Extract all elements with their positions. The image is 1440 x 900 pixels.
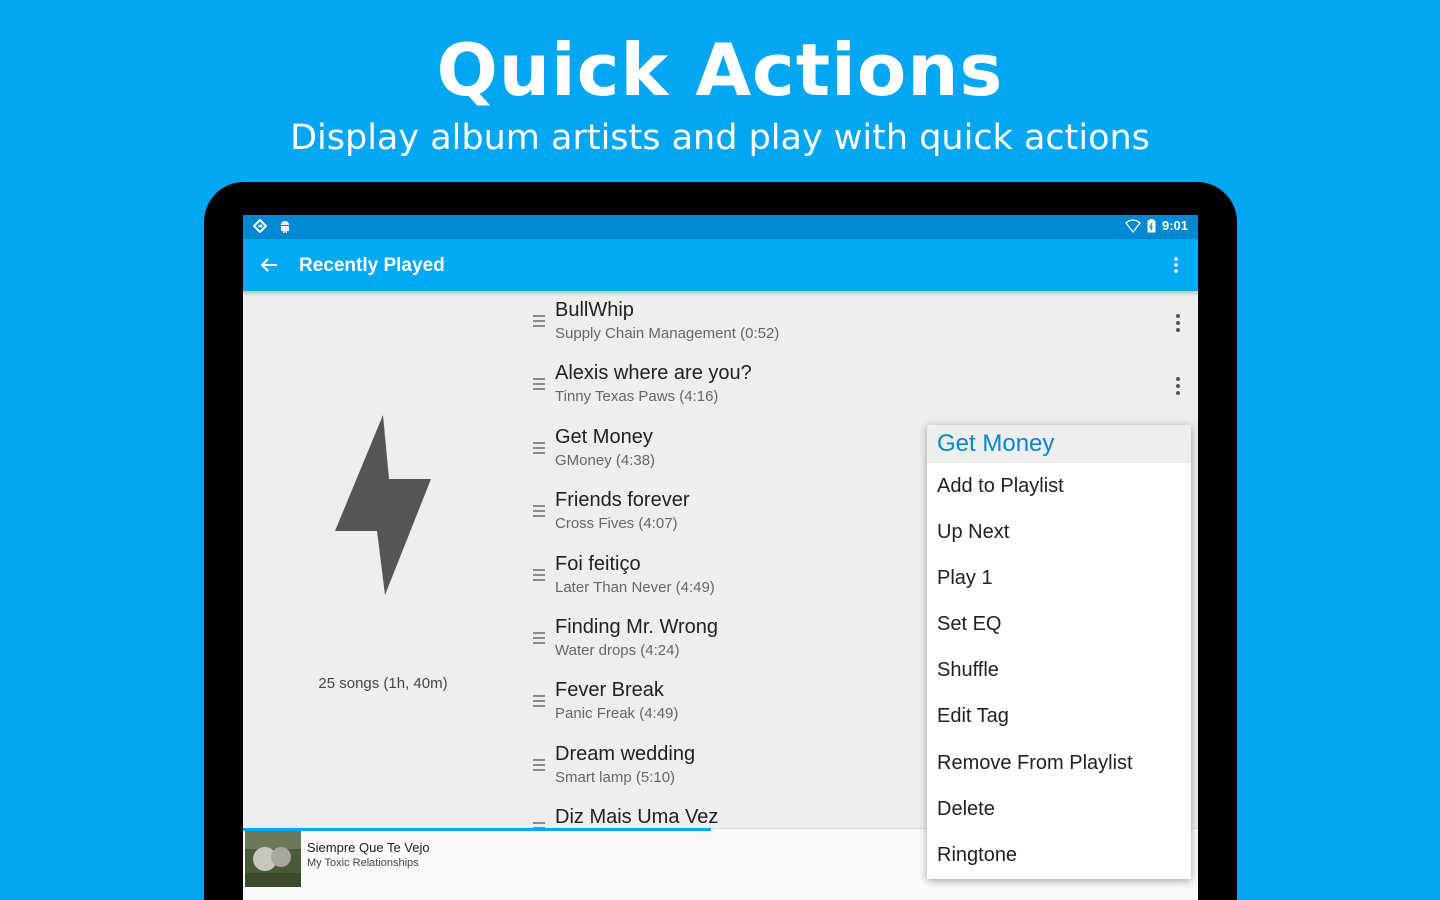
- location-icon: [253, 219, 267, 233]
- song-row[interactable]: Alexis where are you? Tinny Texas Paws (4…: [523, 354, 1198, 417]
- quick-action-up-next[interactable]: Up Next: [927, 509, 1191, 555]
- playlist-info-panel: 25 songs (1h, 40m): [243, 291, 523, 831]
- app-bar: Recently Played: [243, 239, 1198, 291]
- song-title: Dream wedding: [555, 742, 696, 765]
- more-vert-icon: [1176, 377, 1180, 396]
- song-menu-button[interactable]: [1168, 309, 1188, 337]
- overflow-menu-button[interactable]: [1166, 251, 1186, 279]
- status-time: 9:01: [1161, 218, 1188, 233]
- quick-action-shuffle[interactable]: Shuffle: [927, 647, 1191, 693]
- song-subtitle: Smart lamp (5:10): [555, 768, 676, 786]
- drag-handle-icon[interactable]: [533, 378, 545, 392]
- quick-action-remove-from-playlist[interactable]: Remove From Playlist: [927, 740, 1191, 786]
- playback-progress[interactable]: [243, 828, 711, 831]
- quick-action-add-to-playlist[interactable]: Add to Playlist: [927, 463, 1191, 509]
- now-playing-title: Siempre Que Te Vejo: [307, 840, 430, 855]
- wifi-icon: [1125, 218, 1141, 233]
- song-title: Fever Break: [555, 679, 664, 702]
- song-title: Friends forever: [555, 489, 690, 512]
- android-icon: [281, 221, 289, 233]
- song-menu-button[interactable]: [1168, 372, 1188, 400]
- song-count: 25 songs (1h, 40m): [318, 675, 448, 692]
- song-title: BullWhip: [555, 299, 634, 321]
- drag-handle-icon[interactable]: [533, 758, 545, 773]
- drag-handle-icon[interactable]: [533, 505, 545, 519]
- song-title: Foi feitiço: [555, 552, 641, 575]
- drag-handle-icon[interactable]: [533, 695, 545, 709]
- drag-handle-icon[interactable]: [533, 315, 545, 329]
- more-vert-icon: [1174, 257, 1178, 273]
- song-title: Get Money: [555, 425, 653, 448]
- promo-subtitle: Display album artists and play with quic…: [290, 118, 1150, 158]
- song-subtitle: Cross Fives (4:07): [555, 515, 678, 533]
- battery-icon: [1147, 218, 1156, 232]
- drag-handle-icon[interactable]: [533, 631, 545, 646]
- arrow-left-icon: [260, 258, 277, 272]
- status-bar: 9:01: [243, 215, 1198, 239]
- song-subtitle: Water drops (4:24): [555, 641, 680, 659]
- back-button[interactable]: [255, 251, 283, 279]
- now-playing-artist: My Toxic Relationships: [307, 857, 419, 869]
- album-art[interactable]: [245, 831, 301, 887]
- quick-actions-menu: Get Money Add to Playlist Up Next Play 1 Se…: [927, 425, 1191, 879]
- drag-handle-icon[interactable]: [533, 568, 545, 583]
- promo-title: Quick Actions: [436, 28, 1004, 112]
- song-subtitle: GMoney (4:38): [555, 451, 656, 469]
- quick-action-ringtone[interactable]: Ringtone: [927, 832, 1191, 878]
- quick-action-set-eq[interactable]: Set EQ: [927, 601, 1191, 647]
- song-subtitle: Supply Chain Management (0:52): [555, 325, 780, 342]
- song-title: Diz Mais Uma Vez: [555, 806, 719, 829]
- more-vert-icon: [1176, 314, 1180, 332]
- quick-actions-header: Get Money: [927, 425, 1191, 463]
- lightning-bolt-icon: [335, 415, 431, 595]
- quick-action-play-1[interactable]: Play 1: [927, 555, 1191, 601]
- song-subtitle: Panic Freak (4:49): [555, 705, 679, 723]
- song-row[interactable]: BullWhip Supply Chain Management (0:52): [523, 291, 1198, 354]
- drag-handle-icon[interactable]: [533, 441, 545, 456]
- quick-action-delete[interactable]: Delete: [927, 786, 1191, 832]
- song-title: Finding Mr. Wrong: [555, 615, 719, 638]
- page-title: Recently Played: [299, 255, 445, 276]
- song-title: Alexis where are you?: [555, 362, 752, 385]
- song-subtitle: Later Than Never (4:49): [555, 578, 715, 596]
- song-subtitle: Tinny Texas Paws (4:16): [555, 388, 719, 406]
- quick-action-edit-tag[interactable]: Edit Tag: [927, 693, 1191, 739]
